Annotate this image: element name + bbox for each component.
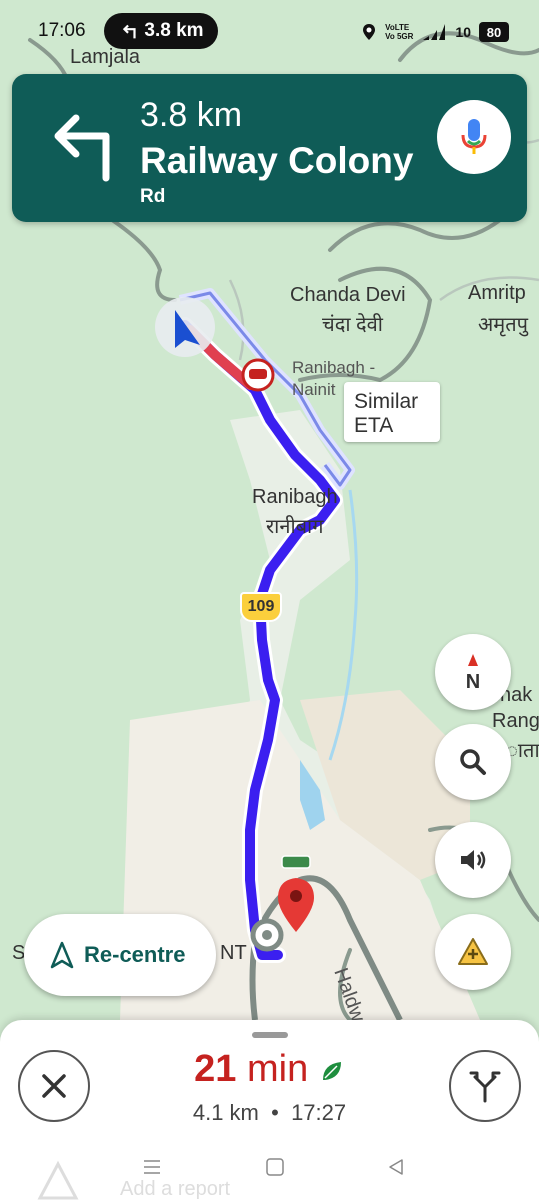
- status-icons: VoLTE Vo 5GR 10 80: [361, 18, 509, 46]
- re-centre-label: Re-centre: [84, 942, 186, 967]
- microphone-icon: [461, 119, 487, 154]
- back-icon[interactable]: [386, 1158, 406, 1176]
- volte-indicator: VoLTE Vo 5GR: [385, 23, 414, 41]
- alt-route-eta-line2: ETA: [354, 414, 394, 437]
- map-label-amritpur-hindi: अमृतपु: [478, 314, 528, 336]
- nav-status-pill-distance: 3.8 km: [144, 20, 204, 41]
- report-incident-button[interactable]: [435, 914, 511, 990]
- next-street-suffix: Rd: [140, 186, 166, 207]
- remaining-distance: 4.1 km: [192, 1100, 259, 1125]
- alt-route-eta-chip[interactable]: Similar ETA: [344, 382, 440, 442]
- voice-search-button[interactable]: [437, 100, 511, 174]
- status-time: 17:06: [38, 20, 86, 41]
- eta-unit: min: [247, 1048, 309, 1090]
- map-label-chanda-devi-hindi: चंदा देवी: [322, 314, 383, 336]
- map-label-ranibagh-hindi: रानीबाग: [266, 516, 324, 538]
- search-button[interactable]: [435, 724, 511, 800]
- turn-distance: 3.8 km: [140, 96, 243, 134]
- highway-shield-109: 109: [240, 592, 282, 622]
- add-report-faded-label: Add a report: [120, 1178, 231, 1200]
- status-bar: 17:06 3.8 km VoLTE Vo 5GR 10 80: [0, 0, 539, 62]
- menu-icon[interactable]: [142, 1158, 162, 1176]
- navigation-banner[interactable]: 3.8 km Railway Colony Rd: [12, 74, 527, 222]
- map-label-ranibagh: Ranibagh: [252, 486, 338, 508]
- home-icon[interactable]: [265, 1158, 285, 1176]
- map-label-nt: NT: [220, 942, 247, 964]
- system-navigation-bar: Add a report: [0, 1140, 539, 1200]
- location-icon: [363, 24, 376, 40]
- map-label-chanda-devi: Chanda Devi: [290, 284, 406, 306]
- map-label-ranibagh-station: Ranibagh -: [292, 358, 376, 377]
- compass-label: N: [466, 671, 480, 692]
- compass-north-icon: N: [466, 654, 480, 692]
- search-icon: [460, 749, 486, 775]
- trip-separator: •: [271, 1100, 279, 1125]
- navigation-arrow-icon: [50, 941, 74, 969]
- sheet-grabber[interactable]: [252, 1032, 288, 1038]
- add-report-icon: [458, 938, 488, 965]
- speaker-icon: [461, 850, 486, 870]
- map-label-ranibagh-station-2: Nainit: [292, 380, 336, 399]
- battery-indicator: 80: [479, 22, 509, 42]
- route-fork-icon: [469, 1071, 501, 1103]
- sound-button[interactable]: [435, 822, 511, 898]
- alt-route-eta-line1: Similar: [354, 390, 419, 413]
- signal-icon: [423, 24, 446, 40]
- nav-status-pill[interactable]: 3.8 km: [104, 13, 218, 49]
- alternate-routes-button[interactable]: [449, 1050, 521, 1122]
- map-label-rang: Rang: [492, 710, 539, 732]
- turn-left-icon: [123, 24, 137, 39]
- signal-text: 10: [455, 24, 471, 40]
- re-centre-button[interactable]: Re-centre: [24, 914, 216, 996]
- turn-left-arrow-icon: [54, 114, 110, 182]
- eco-leaf-icon: [322, 1061, 341, 1080]
- arrival-time: 17:27: [291, 1100, 347, 1125]
- next-street-name: Railway Colony: [140, 140, 414, 181]
- map-label-amritpur: Amritp: [468, 282, 526, 304]
- eta-minutes: 21: [194, 1048, 237, 1090]
- add-report-faded-icon: [37, 1160, 79, 1200]
- compass-button[interactable]: N: [435, 634, 511, 710]
